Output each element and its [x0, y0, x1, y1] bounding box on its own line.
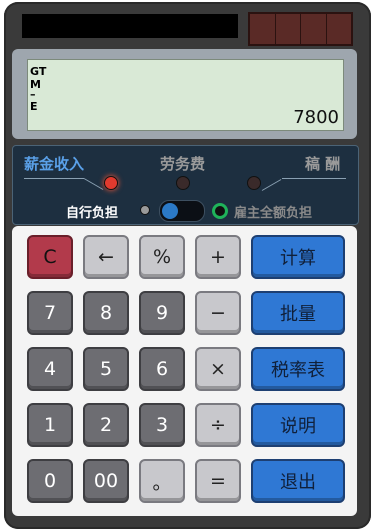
- exit-button[interactable]: 退出: [251, 459, 345, 503]
- lamp-manuscript-icon: [247, 176, 261, 190]
- key-6[interactable]: 6: [139, 347, 185, 391]
- solar-cell: [276, 14, 301, 44]
- payer-toggle[interactable]: [159, 200, 205, 222]
- divider-line: [24, 178, 84, 179]
- indicator-gt: GT: [30, 65, 47, 78]
- toggle-knob[interactable]: [162, 203, 178, 219]
- divider-line: [282, 178, 346, 179]
- batch-button[interactable]: 批量: [251, 291, 345, 335]
- mode-manuscript[interactable]: 稿 酬: [305, 153, 340, 174]
- calculate-button[interactable]: 计算: [251, 235, 345, 279]
- dot-button[interactable]: 。: [139, 459, 185, 503]
- key-0[interactable]: 0: [27, 459, 73, 503]
- key-8[interactable]: 8: [83, 291, 129, 335]
- lamp-employer-icon: [212, 203, 228, 219]
- dot-icon: [140, 205, 150, 215]
- self-pay-label[interactable]: 自行负担: [66, 202, 118, 221]
- indicator-e: E: [30, 100, 38, 113]
- help-button[interactable]: 说明: [251, 403, 345, 447]
- solar-cell: [301, 14, 327, 44]
- clear-button[interactable]: C: [27, 235, 73, 279]
- brand-bar: [22, 14, 238, 38]
- plus-button[interactable]: +: [195, 235, 241, 279]
- indicator-minus: –: [30, 88, 36, 101]
- divide-button[interactable]: ÷: [195, 403, 241, 447]
- display-value: 7800: [293, 107, 339, 128]
- key-1[interactable]: 1: [27, 403, 73, 447]
- key-00[interactable]: 00: [83, 459, 129, 503]
- key-5[interactable]: 5: [83, 347, 129, 391]
- mode-labor[interactable]: 劳务费: [160, 153, 205, 174]
- key-3[interactable]: 3: [139, 403, 185, 447]
- lamp-salary-icon: [104, 176, 118, 190]
- minus-button[interactable]: −: [195, 291, 241, 335]
- key-2[interactable]: 2: [83, 403, 129, 447]
- equals-button[interactable]: =: [195, 459, 241, 503]
- solar-panel: [248, 12, 353, 46]
- key-7[interactable]: 7: [27, 291, 73, 335]
- employer-pay-label[interactable]: 雇主全额负担: [234, 202, 312, 221]
- percent-button[interactable]: %: [139, 235, 185, 279]
- mode-salary[interactable]: 薪金收入: [24, 153, 84, 174]
- key-9[interactable]: 9: [139, 291, 185, 335]
- lamp-labor-icon: [176, 176, 190, 190]
- solar-cell: [327, 14, 352, 44]
- solar-cell: [250, 14, 276, 44]
- tax-table-button[interactable]: 税率表: [251, 347, 345, 391]
- key-4[interactable]: 4: [27, 347, 73, 391]
- multiply-button[interactable]: ×: [195, 347, 241, 391]
- backspace-button[interactable]: ←: [83, 235, 129, 279]
